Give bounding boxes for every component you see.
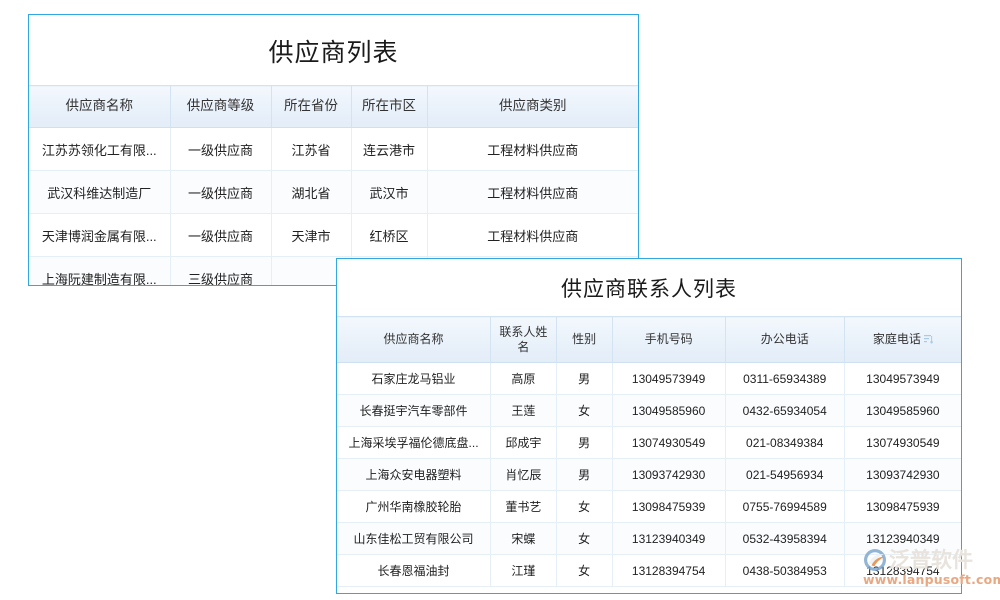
contact-supplier-name-cell[interactable]: 广州华南橡胶轮胎	[337, 491, 491, 523]
contact-office-phone-cell: 021-08349384	[725, 427, 844, 459]
contact-home-phone-cell: 13123940349	[844, 523, 961, 555]
supplier-name-cell[interactable]: 江苏苏领化工有限...	[29, 128, 170, 171]
contact-home-phone-cell: 13093742930	[844, 459, 961, 491]
contact-supplier-name-cell[interactable]: 石家庄龙马铝业	[337, 363, 491, 395]
contact-col-office-phone[interactable]: 办公电话	[725, 317, 844, 363]
supplier-list-col-city[interactable]: 所在市区	[351, 86, 427, 128]
contact-col-gender[interactable]: 性别	[556, 317, 612, 363]
contact-mobile-cell: 13049585960	[612, 395, 725, 427]
contact-office-phone-cell: 0311-65934389	[725, 363, 844, 395]
supplier-grade-cell: 三级供应商	[170, 257, 271, 287]
screenshot-stage: 供应商列表 供应商名称 供应商等级 所在省份 所在市区 供应商类别 江苏苏领化工…	[0, 0, 1000, 600]
supplier-category-cell: 工程材料供应商	[427, 171, 638, 214]
contact-office-phone-cell: 0755-76994589	[725, 491, 844, 523]
supplier-list-col-category[interactable]: 供应商类别	[427, 86, 638, 128]
contact-list-body: 石家庄龙马铝业 高原 男 13049573949 0311-65934389 1…	[337, 363, 961, 587]
supplier-city-cell: 武汉市	[351, 171, 427, 214]
contact-gender-cell: 男	[556, 363, 612, 395]
contact-gender-cell: 女	[556, 523, 612, 555]
contact-mobile-cell: 13128394754	[612, 555, 725, 587]
table-row[interactable]: 山东佳松工贸有限公司 宋蝶 女 13123940349 0532-4395839…	[337, 523, 961, 555]
contact-home-phone-cell: 13049585960	[844, 395, 961, 427]
supplier-province-cell: 天津市	[271, 214, 351, 257]
contact-col-home-phone-label: 家庭电话	[873, 332, 921, 347]
supplier-grade-cell: 一级供应商	[170, 214, 271, 257]
contact-supplier-name-cell[interactable]: 上海采埃孚福伦德底盘...	[337, 427, 491, 459]
contact-mobile-cell: 13093742930	[612, 459, 725, 491]
supplier-province-cell: 江苏省	[271, 128, 351, 171]
contact-col-supplier-name[interactable]: 供应商名称	[337, 317, 491, 363]
supplier-list-panel: 供应商列表 供应商名称 供应商等级 所在省份 所在市区 供应商类别 江苏苏领化工…	[28, 14, 639, 286]
contact-gender-cell: 男	[556, 427, 612, 459]
contact-gender-cell: 女	[556, 395, 612, 427]
table-row[interactable]: 长春恩福油封 江瑾 女 13128394754 0438-50384953 13…	[337, 555, 961, 587]
contact-person-name-cell[interactable]: 江瑾	[491, 555, 556, 587]
contact-home-phone-cell: 13074930549	[844, 427, 961, 459]
contact-person-name-cell[interactable]: 肖忆辰	[491, 459, 556, 491]
contact-supplier-name-cell[interactable]: 上海众安电器塑料	[337, 459, 491, 491]
supplier-category-cell: 工程材料供应商	[427, 214, 638, 257]
contact-supplier-name-cell[interactable]: 山东佳松工贸有限公司	[337, 523, 491, 555]
table-row[interactable]: 天津博润金属有限... 一级供应商 天津市 红桥区 工程材料供应商	[29, 214, 638, 257]
contact-gender-cell: 男	[556, 459, 612, 491]
table-row[interactable]: 武汉科维达制造厂 一级供应商 湖北省 武汉市 工程材料供应商	[29, 171, 638, 214]
supplier-list-table: 供应商名称 供应商等级 所在省份 所在市区 供应商类别 江苏苏领化工有限... …	[29, 85, 638, 286]
supplier-grade-cell: 一级供应商	[170, 128, 271, 171]
contact-col-mobile[interactable]: 手机号码	[612, 317, 725, 363]
contact-office-phone-cell: 0432-65934054	[725, 395, 844, 427]
table-row[interactable]: 石家庄龙马铝业 高原 男 13049573949 0311-65934389 1…	[337, 363, 961, 395]
contact-office-phone-cell: 0532-43958394	[725, 523, 844, 555]
contact-supplier-name-cell[interactable]: 长春挺宇汽车零部件	[337, 395, 491, 427]
table-row[interactable]: 上海采埃孚福伦德底盘... 邱成宇 男 13074930549 021-0834…	[337, 427, 961, 459]
contact-person-name-cell[interactable]: 董书艺	[491, 491, 556, 523]
supplier-contact-list-panel: 供应商联系人列表 供应商名称 联系人姓名 性别 手机号码 办公电话 家庭电话 石…	[336, 258, 962, 594]
contact-list-title: 供应商联系人列表	[337, 259, 961, 316]
contact-home-phone-cell: 13128394754	[844, 555, 961, 587]
contact-home-phone-cell: 13098475939	[844, 491, 961, 523]
contact-col-home-phone[interactable]: 家庭电话	[844, 317, 961, 363]
supplier-list-col-name[interactable]: 供应商名称	[29, 86, 170, 128]
supplier-grade-cell: 一级供应商	[170, 171, 271, 214]
table-row[interactable]: 江苏苏领化工有限... 一级供应商 江苏省 连云港市 工程材料供应商	[29, 128, 638, 171]
contact-gender-cell: 女	[556, 491, 612, 523]
contact-office-phone-cell: 021-54956934	[725, 459, 844, 491]
contact-person-name-cell[interactable]: 高原	[491, 363, 556, 395]
supplier-province-cell: 湖北省	[271, 171, 351, 214]
table-row[interactable]: 长春挺宇汽车零部件 王莲 女 13049585960 0432-65934054…	[337, 395, 961, 427]
supplier-list-col-grade[interactable]: 供应商等级	[170, 86, 271, 128]
supplier-name-cell[interactable]: 天津博润金属有限...	[29, 214, 170, 257]
contact-gender-cell: 女	[556, 555, 612, 587]
sort-indicator-icon[interactable]	[924, 333, 933, 343]
contact-supplier-name-cell[interactable]: 长春恩福油封	[337, 555, 491, 587]
supplier-name-cell[interactable]: 武汉科维达制造厂	[29, 171, 170, 214]
contact-office-phone-cell: 0438-50384953	[725, 555, 844, 587]
supplier-name-cell[interactable]: 上海阮建制造有限...	[29, 257, 170, 287]
supplier-city-cell: 红桥区	[351, 214, 427, 257]
supplier-category-cell: 工程材料供应商	[427, 128, 638, 171]
supplier-city-cell: 连云港市	[351, 128, 427, 171]
contact-mobile-cell: 13098475939	[612, 491, 725, 523]
contact-col-contact-name[interactable]: 联系人姓名	[491, 317, 556, 363]
contact-mobile-cell: 13049573949	[612, 363, 725, 395]
contact-person-name-cell[interactable]: 王莲	[491, 395, 556, 427]
contact-home-phone-cell: 13049573949	[844, 363, 961, 395]
contact-mobile-cell: 13074930549	[612, 427, 725, 459]
contact-mobile-cell: 13123940349	[612, 523, 725, 555]
table-row[interactable]: 广州华南橡胶轮胎 董书艺 女 13098475939 0755-76994589…	[337, 491, 961, 523]
contact-list-header-row: 供应商名称 联系人姓名 性别 手机号码 办公电话 家庭电话	[337, 317, 961, 363]
table-row[interactable]: 上海众安电器塑料 肖忆辰 男 13093742930 021-54956934 …	[337, 459, 961, 491]
contact-person-name-cell[interactable]: 宋蝶	[491, 523, 556, 555]
supplier-list-header-row: 供应商名称 供应商等级 所在省份 所在市区 供应商类别	[29, 86, 638, 128]
contact-person-name-cell[interactable]: 邱成宇	[491, 427, 556, 459]
contact-list-table: 供应商名称 联系人姓名 性别 手机号码 办公电话 家庭电话 石家庄龙马铝业 高原…	[337, 316, 961, 587]
supplier-list-title: 供应商列表	[29, 15, 638, 85]
supplier-list-col-province[interactable]: 所在省份	[271, 86, 351, 128]
